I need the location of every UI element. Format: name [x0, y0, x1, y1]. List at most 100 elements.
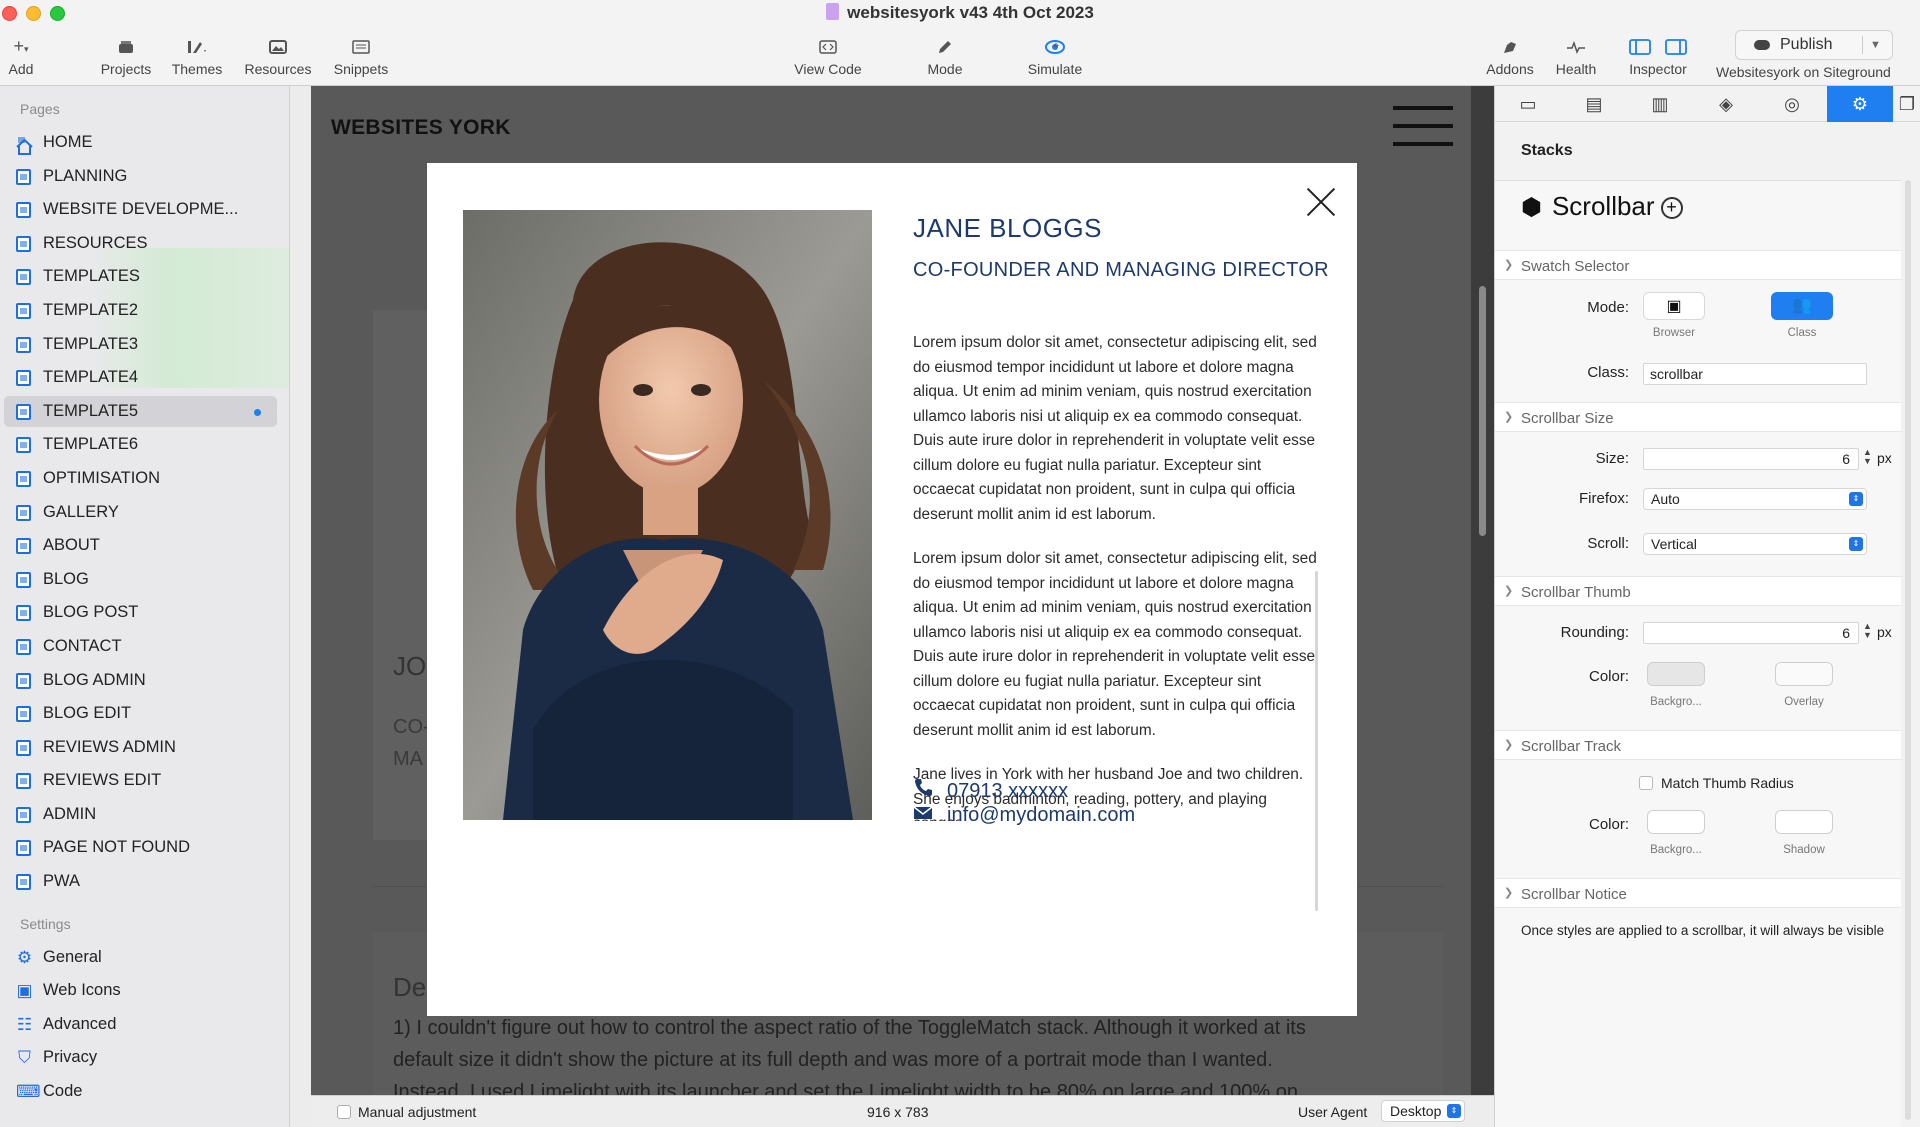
- sidebar-page-item[interactable]: WEBSITE DEVELOPME...: [0, 193, 289, 227]
- sidebar-page-item[interactable]: PLANNING: [0, 160, 289, 194]
- mode-label: Mode:: [1587, 299, 1629, 316]
- sidebar-page-item[interactable]: PWA: [0, 865, 289, 899]
- group-scrollbar-track[interactable]: ❯ Scrollbar Track: [1495, 730, 1901, 760]
- sidebar-page-label: BLOG ADMIN: [43, 670, 146, 689]
- inspector-button[interactable]: Inspector: [1624, 34, 1692, 78]
- page-icon: [16, 739, 31, 756]
- add-button[interactable]: +▾ Add: [0, 34, 42, 78]
- page-icon: [16, 672, 31, 689]
- sidebar-page-item[interactable]: GALLERY: [0, 496, 289, 530]
- tab-stacks-icon[interactable]: ⚙: [1827, 86, 1893, 122]
- projects-button[interactable]: Projects: [94, 34, 158, 78]
- tab-header-icon[interactable]: ▥: [1627, 86, 1693, 122]
- sidebar-page-item[interactable]: OPTIMISATION: [0, 462, 289, 496]
- thumb-background-swatch[interactable]: [1647, 662, 1705, 686]
- sidebar-page-item[interactable]: TEMPLATES: [0, 260, 289, 294]
- tab-tag-icon[interactable]: ◈: [1693, 86, 1759, 122]
- rounding-stepper[interactable]: ▲ ▼: [1863, 622, 1872, 640]
- settings-header: Settings: [20, 915, 71, 932]
- simulate-options-icon[interactable]: ⌖: [1046, 34, 1066, 60]
- tab-overflow-icon[interactable]: ❐: [1893, 86, 1920, 122]
- publish-button[interactable]: Publish ▼: [1735, 30, 1893, 60]
- group-scrollbar-thumb[interactable]: ❯ Scrollbar Thumb: [1495, 576, 1901, 606]
- image-icon: ▣: [16, 981, 33, 1001]
- sidebar-page-item[interactable]: PAGE NOT FOUND: [0, 831, 289, 865]
- thumb-overlay-swatch[interactable]: [1775, 662, 1833, 686]
- snippets-button[interactable]: Snippets: [328, 34, 394, 78]
- add-circle-icon[interactable]: +: [1660, 197, 1683, 219]
- sidebar-page-item[interactable]: ADMIN: [0, 798, 289, 832]
- addons-button[interactable]: Addons: [1482, 34, 1538, 78]
- sidebar-page-label: GALLERY: [43, 502, 119, 521]
- track-background-swatch[interactable]: [1647, 810, 1705, 834]
- page-icon: [16, 571, 31, 588]
- group-scrollbar-notice[interactable]: ❯ Scrollbar Notice: [1495, 878, 1901, 908]
- close-icon[interactable]: [1306, 187, 1336, 217]
- view-code-button[interactable]: View Code: [790, 34, 866, 78]
- email-link[interactable]: info@mydomain.com: [913, 804, 1135, 827]
- sidebar-page-item[interactable]: RESOURCES: [0, 227, 289, 261]
- canvas-scrollbar[interactable]: [1479, 286, 1486, 536]
- sidebar-page-item[interactable]: TEMPLATE3: [0, 328, 289, 362]
- health-button[interactable]: Health: [1548, 34, 1604, 78]
- page-icon: [16, 235, 31, 252]
- sidebar-page-item[interactable]: TEMPLATE5: [0, 395, 289, 429]
- match-thumb-radius-checkbox[interactable]: [1639, 776, 1653, 790]
- mode-browser-button[interactable]: ▣: [1643, 292, 1705, 320]
- group-scrollbar-size[interactable]: ❯ Scrollbar Size: [1495, 402, 1901, 432]
- phone-link[interactable]: 07913 xxxxxx: [913, 777, 1068, 803]
- sidebar-page-item[interactable]: BLOG POST: [0, 596, 289, 630]
- bio-scrollbar[interactable]: [1315, 571, 1318, 911]
- mode-class-button[interactable]: 👥: [1771, 292, 1833, 320]
- preview-canvas[interactable]: WEBSITES YORK JO CO- MA De 1) I couldn't…: [311, 86, 1494, 1095]
- firefox-select[interactable]: Auto ⇕: [1643, 488, 1867, 510]
- chevron-down-icon[interactable]: ▼: [1870, 31, 1881, 59]
- user-agent-select[interactable]: Desktop ⇕: [1381, 1100, 1465, 1122]
- sidebar-page-item[interactable]: TEMPLATE4: [0, 361, 289, 395]
- page-icon: [16, 874, 31, 891]
- gear-icon: ⚙: [16, 947, 33, 967]
- sidebar-page-item[interactable]: BLOG ADMIN: [0, 664, 289, 698]
- tab-target-icon[interactable]: ◎: [1759, 86, 1825, 122]
- settings-item[interactable]: ☷ Advanced: [0, 1008, 289, 1042]
- mode-button[interactable]: Mode: [920, 34, 970, 78]
- sidebar-page-item[interactable]: HOME: [0, 126, 289, 160]
- page-icon: [16, 302, 31, 319]
- sidebar-page-label: RESOURCES: [43, 233, 148, 252]
- sidebar-page-item[interactable]: REVIEWS EDIT: [0, 764, 289, 798]
- sidebar-page-label: PLANNING: [43, 166, 128, 185]
- scroll-select[interactable]: Vertical ⇕: [1643, 533, 1867, 555]
- track-shadow-swatch[interactable]: [1775, 810, 1833, 834]
- page-icon: [16, 504, 31, 521]
- settings-item[interactable]: ⌨ Code: [0, 1075, 289, 1109]
- tab-layout-icon[interactable]: ▭: [1495, 86, 1561, 122]
- settings-item[interactable]: ⚙ General: [0, 941, 289, 975]
- cloud-icon: [1754, 40, 1770, 50]
- sidebar-page-item[interactable]: ABOUT: [0, 529, 289, 563]
- class-input[interactable]: scrollbar: [1643, 363, 1867, 385]
- themes-button[interactable]: Themes: [166, 34, 228, 78]
- settings-item[interactable]: ▣ Web Icons: [0, 974, 289, 1008]
- size-input[interactable]: 6: [1643, 448, 1859, 470]
- pages-sidebar: Pages HOME PLANNING WEBSITE DEVELOPME... RE…: [0, 86, 290, 1127]
- sidebar-page-item[interactable]: TEMPLATE2: [0, 294, 289, 328]
- resources-button[interactable]: Resources: [240, 34, 316, 78]
- size-stepper[interactable]: ▲ ▼: [1863, 448, 1872, 466]
- rounding-label: Rounding:: [1560, 624, 1629, 641]
- sidebar-page-item[interactable]: CONTACT: [0, 630, 289, 664]
- sidebar-page-item[interactable]: TEMPLATE6: [0, 428, 289, 462]
- thumb-bg-caption: Backgro...: [1650, 696, 1702, 708]
- settings-item-label: Privacy: [43, 1048, 98, 1067]
- group-swatch-selector[interactable]: ❯ Swatch Selector: [1495, 250, 1901, 280]
- bio-scroll-area[interactable]: Lorem ipsum dolor sit amet, consectetur …: [913, 331, 1323, 821]
- addons-icon: [1482, 34, 1538, 60]
- sidebar-page-item[interactable]: BLOG EDIT: [0, 697, 289, 731]
- tab-page-icon[interactable]: ▤: [1561, 86, 1627, 122]
- manual-adjustment-checkbox[interactable]: [337, 1105, 351, 1119]
- settings-item[interactable]: ⛉ Privacy: [0, 1041, 289, 1075]
- sidebar-page-item[interactable]: BLOG: [0, 563, 289, 597]
- sidebar-page-label: TEMPLATES: [43, 267, 140, 286]
- rounding-input[interactable]: 6: [1643, 622, 1859, 644]
- inspector-scrollbar[interactable]: [1905, 180, 1911, 1120]
- sidebar-page-item[interactable]: REVIEWS ADMIN: [0, 731, 289, 765]
